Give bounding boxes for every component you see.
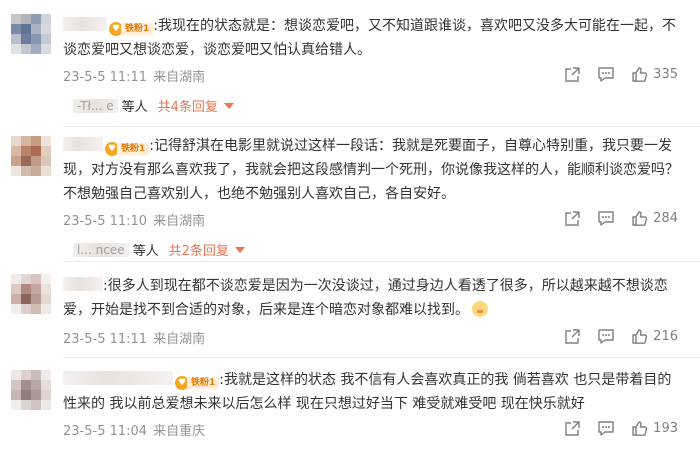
comment-text: ♥ 铁粉1:我现在的状态就是：想谈恋爱吧，又不知道跟谁谈，喜欢吧又没多大可能在一起… <box>63 17 676 58</box>
comment-text: :很多人到现在都不谈恋爱是因为一次没谈过，通过身边人看透了很多，所以越来越不想谈… <box>63 277 668 318</box>
comment-icon <box>598 329 614 344</box>
share-button[interactable] <box>564 328 581 345</box>
comment-date: 23-5-5 11:11 <box>63 70 148 85</box>
username[interactable] <box>63 371 173 385</box>
comment-date: 23-5-5 11:11 <box>63 332 148 347</box>
thumbs-up-icon <box>632 329 648 344</box>
like-button[interactable]: 193 <box>631 420 678 437</box>
comment-actions: 335 <box>548 66 678 83</box>
comment-source: 来自湖南 <box>153 332 206 347</box>
reply-username[interactable]: -Tł... e <box>73 98 118 113</box>
share-icon <box>565 421 580 436</box>
username[interactable] <box>63 277 103 291</box>
comment-item: :很多人到现在都不谈恋爱是因为一次没谈过，通过身边人看透了很多，所以越来越不想谈… <box>0 262 700 358</box>
comment-meta: 23-5-5 11:10 来自湖南 <box>63 210 205 229</box>
fan-badge: ♥ 铁粉1 <box>175 376 220 390</box>
share-icon <box>565 329 580 344</box>
avatar[interactable] <box>11 274 51 314</box>
fan-badge: ♥ 铁粉1 <box>109 22 154 36</box>
comment-meta: 23-5-5 11:11 来自湖南 <box>63 328 205 347</box>
thumbs-up-icon <box>632 211 648 226</box>
comment-icon <box>598 421 614 436</box>
comment-meta: 23-5-5 11:11 来自湖南 <box>63 66 205 85</box>
comment-actions: 216 <box>548 328 678 345</box>
divider <box>63 126 700 127</box>
comment-source: 来自湖南 <box>153 214 206 229</box>
like-button[interactable]: 216 <box>631 328 678 345</box>
share-button[interactable] <box>564 420 581 437</box>
comment-text: ♥ 铁粉1:记得舒淇在电影里就说过这样一段话：我就是死要面子，自尊心特别重，我只要… <box>63 137 679 202</box>
share-icon <box>565 211 580 226</box>
comment-button[interactable] <box>597 328 615 345</box>
thumbs-up-icon <box>632 67 648 82</box>
thumbs-up-icon <box>632 421 648 436</box>
fan-badge: ♥ 铁粉1 <box>105 142 150 156</box>
like-button[interactable]: 335 <box>631 66 678 83</box>
reply-count-link[interactable]: 共4条回复 <box>158 96 218 115</box>
comment-item: ♥ 铁粉1:我就是这样的状态 我不信有人会喜欢真正的我 倘若喜欢 也只是带着目的性… <box>0 358 700 456</box>
comment-icon <box>598 67 614 82</box>
comment-icon <box>598 211 614 226</box>
comment-meta: 23-5-5 11:04 来自重庆 <box>63 420 205 439</box>
comment-text: ♥ 铁粉1:我就是这样的状态 我不信有人会喜欢真正的我 倘若喜欢 也只是带着目的性… <box>63 371 672 412</box>
avatar[interactable] <box>11 136 51 176</box>
comment-item: ♥ 铁粉1:我现在的状态就是：想谈恋爱吧，又不知道跟谁谈，喜欢吧又没多大可能在一起… <box>0 0 700 128</box>
comment-source: 来自重庆 <box>153 424 206 439</box>
comment-date: 23-5-5 11:04 <box>63 424 148 439</box>
share-button[interactable] <box>564 210 581 227</box>
reply-username[interactable]: l... ncee <box>73 242 129 257</box>
caret-down-icon <box>223 102 234 109</box>
reply-summary[interactable]: -Tł... e 等人 共4条回复 <box>73 96 234 115</box>
like-count: 284 <box>653 211 678 226</box>
comment-button[interactable] <box>597 66 615 83</box>
share-icon <box>565 67 580 82</box>
comment-actions: 284 <box>548 210 678 227</box>
reply-count-link[interactable]: 共2条回复 <box>169 240 229 259</box>
comment-actions: 193 <box>548 420 678 437</box>
comment-item: ♥ 铁粉1:记得舒淇在电影里就说过这样一段话：我就是死要面子，自尊心特别重，我只要… <box>0 128 700 262</box>
username[interactable] <box>63 137 103 151</box>
like-count: 193 <box>653 421 678 436</box>
caret-down-icon <box>234 246 245 253</box>
comment-button[interactable] <box>597 210 615 227</box>
like-count: 335 <box>653 67 678 82</box>
comment-source: 来自湖南 <box>153 70 206 85</box>
like-button[interactable]: 284 <box>631 210 678 227</box>
comment-button[interactable] <box>597 420 615 437</box>
comment-date: 23-5-5 11:10 <box>63 214 148 229</box>
avatar[interactable] <box>11 14 51 54</box>
avatar[interactable] <box>11 370 51 410</box>
face-emoji-icon <box>472 301 488 317</box>
like-count: 216 <box>653 329 678 344</box>
share-button[interactable] <box>564 66 581 83</box>
username[interactable] <box>63 17 107 31</box>
reply-summary[interactable]: l... ncee 等人 共2条回复 <box>73 240 245 259</box>
